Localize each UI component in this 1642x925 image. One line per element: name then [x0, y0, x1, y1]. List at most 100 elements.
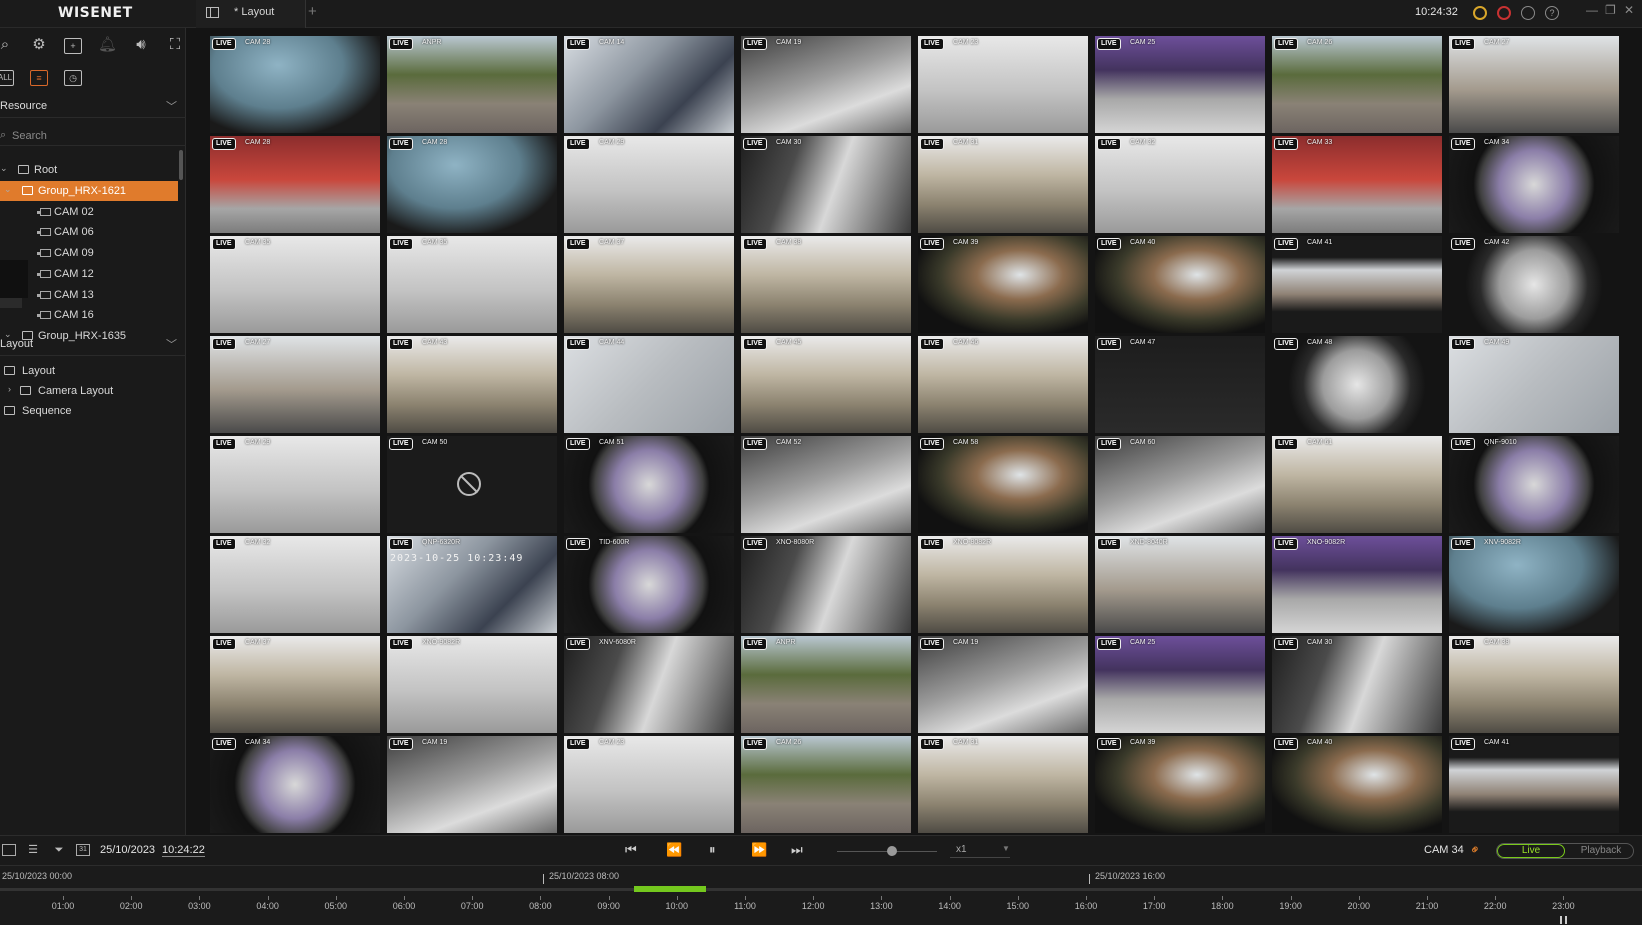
video-tile[interactable]: LIVE XNO-8080R — [741, 536, 911, 633]
video-tile[interactable]: LIVE CAM 38 — [741, 236, 911, 333]
video-feed[interactable] — [1272, 336, 1442, 433]
video-tile[interactable]: LIVE CAM 23 — [918, 36, 1088, 133]
video-tile[interactable]: LIVE CAM 38 — [1449, 636, 1619, 733]
video-tile[interactable]: LIVE CAM 29 — [210, 436, 380, 533]
video-feed[interactable] — [1272, 736, 1442, 833]
video-tile[interactable]: LIVE CAM 58 — [918, 436, 1088, 533]
resource-section-header[interactable]: Resource ﹀ — [0, 96, 186, 118]
video-tile[interactable]: LIVE ANPR — [387, 36, 557, 133]
video-tile[interactable]: LIVE CAM 19 — [741, 36, 911, 133]
video-tile[interactable]: LIVE CAM 42 — [1449, 236, 1619, 333]
video-tile[interactable]: LIVE CAM 31 — [918, 736, 1088, 833]
video-tile[interactable]: LIVE CAM 25 — [1095, 636, 1265, 733]
video-feed[interactable] — [741, 636, 911, 733]
video-feed[interactable] — [210, 136, 380, 233]
link-icon[interactable]: ⚭ — [1466, 840, 1485, 859]
video-feed[interactable] — [1449, 636, 1619, 733]
view-mode-icon[interactable] — [2, 844, 16, 856]
video-feed[interactable] — [387, 736, 557, 833]
video-feed[interactable] — [1095, 436, 1265, 533]
skip-to-start-icon[interactable]: ⏮ — [625, 842, 637, 858]
video-feed[interactable] — [564, 636, 734, 733]
fullscreen-icon[interactable]: ⛶ — [166, 37, 184, 53]
video-tile[interactable]: LIVE CAM 29 — [564, 136, 734, 233]
video-feed[interactable] — [564, 536, 734, 633]
tree-item-camera[interactable]: CAM 16 — [0, 305, 178, 325]
speed-slider-handle[interactable] — [887, 846, 897, 856]
video-tile[interactable]: LIVE CAM 28 — [387, 136, 557, 233]
timeline-recorded-segment[interactable] — [634, 886, 706, 892]
video-feed[interactable] — [387, 136, 557, 233]
video-feed[interactable] — [918, 36, 1088, 133]
video-feed[interactable] — [1449, 436, 1619, 533]
tree-item-group[interactable]: ⌄ Group_HRX-1621 — [0, 180, 178, 201]
video-tile[interactable]: LIVE CAM 40 — [1272, 736, 1442, 833]
video-tile[interactable]: LIVE CAM 33 — [1272, 136, 1442, 233]
video-feed[interactable] — [1095, 236, 1265, 333]
video-tile[interactable]: LIVE CAM 26 — [1272, 36, 1442, 133]
video-tile[interactable]: LIVE CAM 39 — [918, 236, 1088, 333]
video-feed[interactable] — [1095, 336, 1265, 433]
video-tile[interactable]: LIVE CAM 27 — [210, 336, 380, 433]
video-tile[interactable]: LIVE CAM 35 — [210, 236, 380, 333]
tree-item-camera[interactable]: CAM 02 — [0, 202, 178, 222]
video-tile[interactable]: LIVE CAM 30 — [741, 136, 911, 233]
video-tile[interactable]: LIVE CAM 41 — [1272, 236, 1442, 333]
video-tile[interactable]: LIVE XNO-8082R — [918, 536, 1088, 633]
video-feed[interactable] — [741, 236, 911, 333]
video-feed[interactable] — [210, 236, 380, 333]
video-tile[interactable]: LIVE CAM 34 — [1449, 136, 1619, 233]
video-feed[interactable] — [564, 436, 734, 533]
video-feed[interactable] — [210, 736, 380, 833]
video-tile[interactable]: LIVE CAM 50 — [387, 436, 557, 533]
video-tile[interactable]: LIVE CAM 28 — [210, 36, 380, 133]
video-tile[interactable]: LIVE CAM 61 — [1272, 436, 1442, 533]
video-tile[interactable]: LIVE CAM 14 — [564, 36, 734, 133]
video-feed[interactable] — [918, 336, 1088, 433]
expand-arrow-icon[interactable]: ⌄ — [4, 184, 12, 195]
video-feed[interactable] — [387, 336, 557, 433]
video-feed[interactable] — [564, 336, 734, 433]
select-all-icon[interactable]: ALL — [0, 70, 14, 86]
video-feed[interactable] — [1272, 136, 1442, 233]
video-feed[interactable] — [1449, 36, 1619, 133]
video-feed[interactable] — [1272, 636, 1442, 733]
playback-time[interactable]: 10:24:22 — [162, 844, 205, 857]
playback-date[interactable]: 25/10/2023 — [100, 844, 155, 856]
video-tile[interactable]: LIVE CAM 49 — [1449, 336, 1619, 433]
video-tile[interactable]: LIVE CAM 30 — [1272, 636, 1442, 733]
video-tile[interactable]: LIVE QNP-6320R 2023-10-25 10:23:49 — [387, 536, 557, 633]
video-feed[interactable] — [210, 536, 380, 633]
video-feed[interactable] — [210, 336, 380, 433]
list-icon[interactable]: ☰ — [26, 844, 40, 856]
video-tile[interactable]: LIVE CAM 32 — [1095, 136, 1265, 233]
video-tile[interactable]: LIVE CAM 39 — [1095, 736, 1265, 833]
add-device-icon[interactable]: + — [64, 38, 82, 54]
speed-dropdown[interactable]: x1 ▼ — [950, 844, 1010, 858]
timeline[interactable]: 25/10/2023 00:00 25/10/2023 08:00 25/10/… — [0, 865, 1642, 925]
pause-icon[interactable]: ⏸ — [709, 842, 716, 858]
video-feed[interactable] — [741, 36, 911, 133]
calendar-icon[interactable]: 31 — [76, 844, 90, 856]
chevron-down-icon[interactable]: ﹀ — [166, 98, 177, 114]
video-feed[interactable] — [918, 236, 1088, 333]
video-feed[interactable] — [564, 236, 734, 333]
video-tile[interactable]: LIVE CAM 19 — [387, 736, 557, 833]
live-playback-toggle[interactable]: Live Playback — [1496, 843, 1634, 859]
expand-arrow-icon[interactable]: › — [8, 384, 11, 394]
video-tile[interactable]: LIVE CAM 26 — [741, 736, 911, 833]
video-feed[interactable] — [1095, 736, 1265, 833]
expand-arrow-icon[interactable]: ⌄ — [0, 163, 8, 174]
video-feed[interactable] — [564, 36, 734, 133]
layout-section-header[interactable]: Layout ﹀ — [0, 334, 186, 356]
video-feed[interactable] — [918, 536, 1088, 633]
video-feed[interactable] — [1272, 36, 1442, 133]
video-feed[interactable] — [564, 736, 734, 833]
skip-to-end-icon[interactable]: ⏭ — [791, 842, 803, 858]
timeline-playhead[interactable] — [1560, 916, 1567, 924]
help-icon[interactable]: ? — [1545, 6, 1559, 20]
video-tile[interactable]: LIVE CAM 40 — [1095, 236, 1265, 333]
video-tile[interactable]: LIVE CAM 47 — [1095, 336, 1265, 433]
video-feed[interactable] — [918, 736, 1088, 833]
video-feed[interactable] — [741, 536, 911, 633]
